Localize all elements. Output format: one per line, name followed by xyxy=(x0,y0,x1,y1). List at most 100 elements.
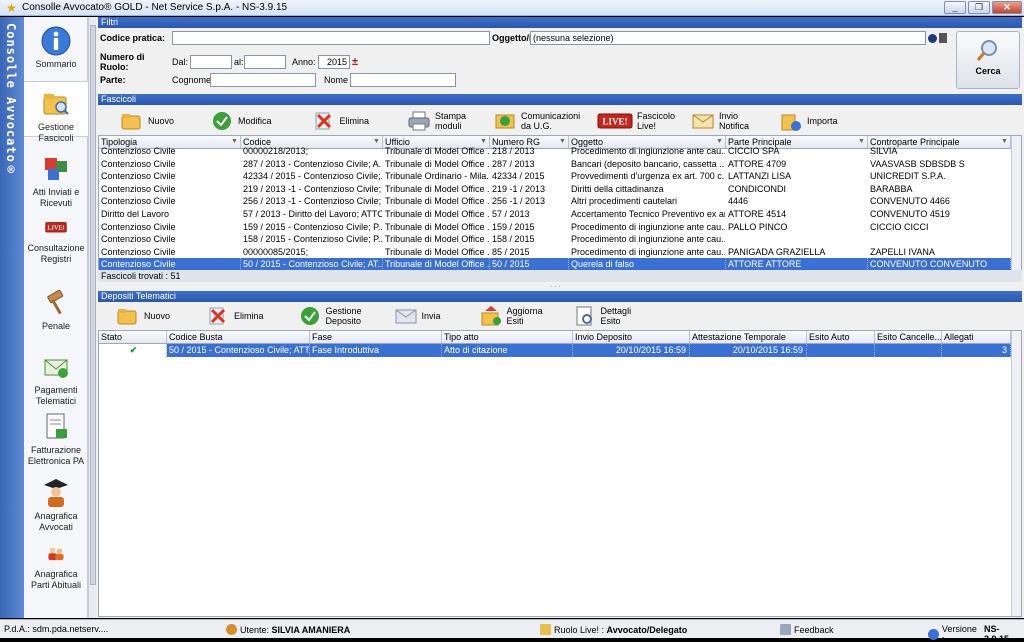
fascicolo-live-button[interactable]: LIVE! Fascicolo Live! xyxy=(597,110,675,132)
col-esito-auto[interactable]: Esito Auto xyxy=(807,331,875,343)
col-ufficio[interactable]: Ufficio ▼ xyxy=(383,136,490,148)
deposito-elimina-button[interactable]: Elimina xyxy=(206,305,264,327)
table-row[interactable]: Contenzioso Civile 256 / 2013 -1 - Conten… xyxy=(99,195,1021,208)
close-button[interactable]: ✕ xyxy=(992,1,1022,14)
fascicolo-comunicazioni-button[interactable]: Comunicazioni da U.G. xyxy=(493,110,585,132)
filter-icon[interactable]: ▼ xyxy=(1001,138,1008,145)
pda-info: P.d.A.: sdm.pda.netserv.... xyxy=(4,624,109,634)
sidebar-item-fatturazione[interactable]: Fatturazione Elettronica PA xyxy=(24,411,88,467)
fascicolo-modifica-button[interactable]: Modifica xyxy=(210,110,272,132)
table-cell: PALLO PINCO xyxy=(728,221,788,232)
col-attestazione-temporale[interactable]: Attestazione Temporale xyxy=(690,331,807,343)
table-cell: Diritti della cittadinanza xyxy=(571,183,664,194)
table-row[interactable]: Diritto del Lavoro 57 / 2013 - Diritto de… xyxy=(99,208,1021,221)
restore-button[interactable]: ❐ xyxy=(968,1,990,14)
col-parte-principale[interactable]: Parte Principale ▼ xyxy=(726,136,868,148)
deposito-invia-button[interactable]: Invia xyxy=(394,305,441,327)
table-cell: 57 / 2013 xyxy=(492,208,530,219)
fascicolo-stampa-button[interactable]: Stampa moduli xyxy=(407,110,475,132)
table-cell: BARABBA xyxy=(870,183,913,194)
table-cell: 20/10/2015 16:59 xyxy=(573,344,690,357)
filter-icon[interactable]: ▼ xyxy=(373,138,380,145)
col-codice[interactable]: Codice ▼ xyxy=(241,136,383,148)
table-cell: CONVENUTO 4466 xyxy=(870,196,950,207)
al-input[interactable] xyxy=(244,55,286,69)
deposito-aggiorna-button[interactable]: Aggiorna Esiti xyxy=(479,305,543,327)
table-row[interactable]: Contenzioso Civile 00000085/2015; Tribunal… xyxy=(99,246,1021,259)
table-row[interactable]: ✔ 50 / 2015 - Contenzioso Civile; ATT... F… xyxy=(99,344,1021,357)
feedback-icon xyxy=(780,624,791,635)
table-cell: Tribunale Ordinario - Mila... xyxy=(385,171,490,182)
filter-icon[interactable]: ▼ xyxy=(480,138,487,145)
cerca-button[interactable]: Cerca xyxy=(956,31,1020,89)
table-row[interactable]: Contenzioso Civile 159 / 2015 - Contenzio… xyxy=(99,221,1021,234)
col-numero-rg[interactable]: Numero RG ▼ xyxy=(490,136,569,148)
filter-icon[interactable]: ▼ xyxy=(231,138,238,145)
feedback-link[interactable]: Feedback xyxy=(780,624,834,635)
fascicolo-nuovo-button[interactable]: Nuovo xyxy=(120,110,174,132)
col-tipologia[interactable]: Tipologia ▼ xyxy=(99,136,241,148)
sidebar-item-penale[interactable]: Penale xyxy=(24,287,88,332)
deposito-gestione-button[interactable]: Gestione Deposito xyxy=(298,305,364,327)
table-cell xyxy=(726,233,868,246)
depositi-scrollbar[interactable] xyxy=(1011,331,1021,616)
col-fase[interactable]: Fase xyxy=(310,331,442,343)
table-cell: 158 / 2015 xyxy=(492,234,535,245)
table-cell: ZAPELLI IVANA xyxy=(870,246,935,257)
table-cell: Tribunale di Model Office ... xyxy=(385,196,490,207)
sidebar-item-label: Atti Inviati e Ricevuti xyxy=(32,187,80,208)
sidebar-item-anagrafica-avvocati[interactable]: Anagrafica Avvocati xyxy=(24,477,88,533)
table-row[interactable]: Contenzioso Civile 42334 / 2015 - Contenz… xyxy=(99,170,1021,183)
fascicolo-elimina-button[interactable]: Elimina xyxy=(312,110,369,132)
table-cell: Fase Introduttiva xyxy=(310,344,442,357)
table-cell: 20/10/2015 16:59 xyxy=(690,344,807,357)
codice-pratica-input[interactable] xyxy=(172,31,490,45)
sidebar-item-gestione-fascicoli[interactable]: Gestione Fascicoli xyxy=(24,81,88,143)
filter-icon[interactable]: ▼ xyxy=(716,138,723,145)
depositi-table-header: Stato Codice Busta Fase Tipo atto Invio … xyxy=(99,331,1021,344)
depositi-table-body: ✔ 50 / 2015 - Contenzioso Civile; ATT... F… xyxy=(99,344,1021,357)
table-row[interactable]: Contenzioso Civile 158 / 2015 - Contenzio… xyxy=(99,233,1021,246)
codice-pratica-label: Codice pratica: xyxy=(100,33,166,43)
col-codice-busta[interactable]: Codice Busta xyxy=(167,331,310,343)
people-icon xyxy=(48,547,64,561)
deposito-dettagli-button[interactable]: Dettagli Esito xyxy=(573,305,635,327)
fascicoli-scrollbar[interactable] xyxy=(1011,136,1021,270)
table-row[interactable]: Contenzioso Civile 287 / 2013 - Contenzio… xyxy=(99,158,1021,171)
fascicolo-invio-notifica-button[interactable]: Invio Notifica xyxy=(691,110,753,132)
col-stato[interactable]: Stato xyxy=(99,331,167,343)
table-cell: 219 / 2013 -1 - Contenzioso Civile;... xyxy=(243,183,383,194)
dal-input[interactable] xyxy=(190,55,232,69)
sidebar-item-label: Fatturazione Elettronica PA xyxy=(27,445,85,466)
sidebar-item-anagrafica-parti[interactable]: Anagrafica Parti Abituali xyxy=(24,545,88,591)
anno-stepper-icon[interactable]: ± xyxy=(352,56,358,68)
filter-icon[interactable]: ▼ xyxy=(858,138,865,145)
splitter-handle[interactable]: · · · xyxy=(550,283,561,290)
cognome-input[interactable] xyxy=(210,73,316,87)
filter-icon[interactable]: ▼ xyxy=(559,138,566,145)
nome-input[interactable] xyxy=(350,73,456,87)
col-tipo-atto[interactable]: Tipo atto xyxy=(442,331,573,343)
fascicolo-importa-button[interactable]: Importa xyxy=(779,110,838,132)
col-allegati[interactable]: Allegati xyxy=(942,331,1011,343)
sidebar-item-sommario[interactable]: Sommario xyxy=(24,25,88,70)
col-oggetto[interactable]: Oggetto ▼ xyxy=(569,136,726,148)
oggetto-label: Oggetto/i: xyxy=(492,33,530,43)
sidebar-item-pagamenti[interactable]: Pagamenti Telematici xyxy=(24,351,88,407)
table-cell: 287 / 2013 - Contenzioso Civile; A... xyxy=(243,158,383,169)
col-esito-cancelleria[interactable]: Esito Cancelle... xyxy=(875,331,942,343)
sidebar-item-consultazione-registri[interactable]: LIVE! Consultazione Registri xyxy=(24,219,88,265)
sidebar-scrollbar[interactable] xyxy=(88,17,96,618)
col-invio-deposito[interactable]: Invio Deposito xyxy=(573,331,690,343)
minimize-button[interactable]: _ xyxy=(944,1,966,14)
trash-icon[interactable] xyxy=(939,33,947,43)
delete-icon xyxy=(209,307,226,325)
oggetto-input[interactable] xyxy=(530,31,926,45)
anno-input[interactable] xyxy=(318,55,350,69)
table-row[interactable]: Contenzioso Civile 219 / 2013 -1 - Conten… xyxy=(99,183,1021,196)
svg-text:LIVE!: LIVE! xyxy=(47,225,64,232)
oggetto-select-icon[interactable] xyxy=(928,33,937,43)
col-controparte-principale[interactable]: Controparte Principale ▼ xyxy=(868,136,1011,148)
sidebar-item-atti[interactable]: Atti Inviati e Ricevuti xyxy=(24,153,88,209)
deposito-nuovo-button[interactable]: Nuovo xyxy=(116,305,170,327)
